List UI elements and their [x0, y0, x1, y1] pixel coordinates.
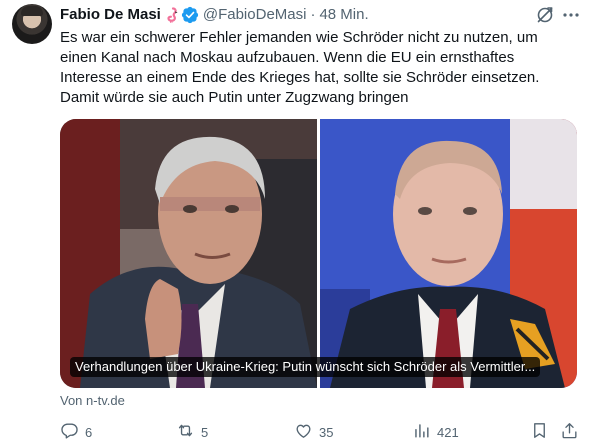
card-source[interactable]: Von n-tv.de [60, 393, 125, 409]
link-card[interactable]: Verhandlungen über Ukraine-Krieg: Putin … [60, 119, 577, 388]
views-button[interactable]: 421 [412, 420, 459, 444]
reply-icon [60, 421, 79, 443]
repost-count: 5 [201, 424, 209, 440]
share-icon [560, 421, 579, 443]
grok-icon[interactable] [535, 5, 555, 25]
header-separator: · [310, 6, 316, 23]
like-count: 35 [319, 424, 334, 440]
author-avatar[interactable] [12, 4, 52, 44]
author-name[interactable]: Fabio De Masi [60, 5, 161, 25]
card-image-right [320, 119, 577, 388]
views-count: 421 [437, 424, 459, 440]
repost-icon [176, 421, 195, 443]
repost-button[interactable]: 5 [176, 420, 208, 444]
card-title[interactable]: Verhandlungen über Ukraine-Krieg: Putin … [70, 357, 541, 377]
verified-badge-icon[interactable] [181, 6, 199, 24]
tweet-header: Fabio De Masi @FabioDeMasi · 48 Min. [60, 5, 369, 25]
flamingo-emoji [165, 7, 179, 23]
tweet-actions: 6 5 35 421 [60, 420, 580, 444]
reply-count: 6 [85, 424, 93, 440]
like-button[interactable]: 35 [294, 420, 333, 444]
card-image-left [60, 119, 317, 388]
tweet-timestamp[interactable]: 48 Min. [319, 5, 368, 25]
reply-button[interactable]: 6 [60, 420, 92, 444]
like-icon [294, 421, 313, 443]
share-button[interactable] [560, 420, 579, 444]
views-icon [412, 421, 431, 443]
more-icon[interactable] [561, 5, 581, 25]
bookmark-button[interactable] [530, 420, 549, 444]
bookmark-icon [530, 421, 549, 443]
author-handle[interactable]: @FabioDeMasi [203, 5, 307, 25]
tweet-text: Es war ein schwerer Fehler jemanden wie … [60, 29, 540, 106]
tweet[interactable]: Fabio De Masi @FabioDeMasi · 48 Min. Es … [0, 0, 589, 446]
